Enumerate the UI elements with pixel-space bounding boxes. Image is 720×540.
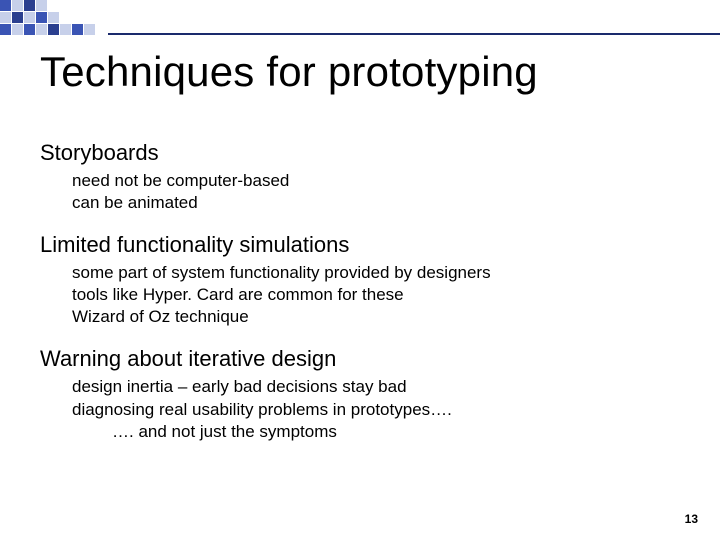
deco-square (96, 12, 107, 23)
deco-square (96, 24, 107, 35)
bullet-text: tools like Hyper. Card are common for th… (72, 284, 680, 306)
deco-square (84, 12, 95, 23)
deco-square (84, 24, 95, 35)
bullet-text-indent: …. and not just the symptoms (112, 421, 680, 443)
section-head: Storyboards (40, 140, 680, 166)
deco-square (36, 0, 47, 11)
bullet-text: some part of system functionality provid… (72, 262, 680, 284)
deco-square (36, 24, 47, 35)
deco-square (96, 0, 107, 11)
deco-square (48, 12, 59, 23)
deco-square (84, 0, 95, 11)
deco-square (72, 24, 83, 35)
section-head: Limited functionality simulations (40, 232, 680, 258)
deco-square (72, 0, 83, 11)
deco-square (36, 12, 47, 23)
deco-square (60, 24, 71, 35)
deco-square (0, 0, 11, 11)
bullet-text: design inertia – early bad decisions sta… (72, 376, 680, 398)
deco-square (24, 24, 35, 35)
bullet-text: diagnosing real usability problems in pr… (72, 399, 680, 421)
deco-square (0, 24, 11, 35)
title-rule (108, 33, 720, 35)
deco-square (0, 12, 11, 23)
corner-decoration (0, 0, 107, 35)
deco-square (60, 0, 71, 11)
slide-title: Techniques for prototyping (40, 48, 538, 96)
deco-square (12, 0, 23, 11)
slide-content: Storyboards need not be computer-based c… (40, 140, 680, 443)
deco-square (72, 12, 83, 23)
bullet-text: can be animated (72, 192, 680, 214)
deco-square (60, 12, 71, 23)
deco-square (12, 12, 23, 23)
page-number: 13 (685, 512, 698, 526)
deco-square (24, 12, 35, 23)
deco-square (24, 0, 35, 11)
section-head: Warning about iterative design (40, 346, 680, 372)
bullet-text: Wizard of Oz technique (72, 306, 680, 328)
bullet-text: need not be computer-based (72, 170, 680, 192)
deco-square (48, 0, 59, 11)
deco-square (12, 24, 23, 35)
deco-square (48, 24, 59, 35)
